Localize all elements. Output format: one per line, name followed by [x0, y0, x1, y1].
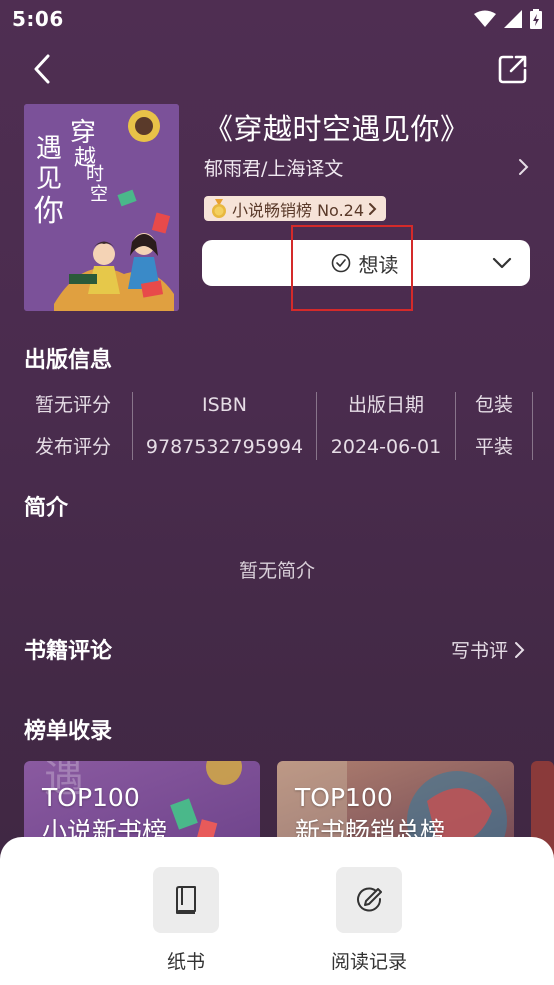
- reviews-section-title: 书籍评论: [24, 639, 113, 664]
- author-publisher: 郁雨君/上海译文: [204, 157, 344, 180]
- ranking-card-line1: TOP100: [42, 783, 140, 812]
- column-divider: [532, 392, 533, 460]
- author-row[interactable]: 郁雨君/上海译文: [204, 154, 530, 180]
- binding-value: 平装: [474, 436, 513, 458]
- isbn-label: ISBN: [202, 394, 247, 416]
- isbn-value: 9787532795994: [145, 436, 304, 458]
- write-review-label: 写书评: [450, 640, 508, 662]
- paper-book-icon-box: [153, 867, 219, 933]
- binding-column: 包装 平装: [456, 390, 532, 462]
- book-title: 《穿越时空遇见你》: [204, 112, 470, 146]
- chevron-right-icon: [519, 159, 529, 175]
- paper-book-button[interactable]: 纸书: [126, 867, 246, 974]
- share-icon: [498, 55, 527, 84]
- isbn-column: ISBN 9787532795994: [133, 390, 316, 462]
- binding-label: 包装: [474, 394, 513, 416]
- ranking-card-line1: TOP100: [295, 783, 393, 812]
- rating-column[interactable]: 暂无评分 发布评分: [14, 390, 132, 462]
- cover-title-char: 你: [34, 194, 64, 229]
- reading-status-dropdown[interactable]: [474, 240, 530, 286]
- publish-date-column: 出版日期 2024-06-01: [317, 390, 455, 462]
- highlight-box: [291, 225, 413, 311]
- intro-empty-text: 暂无简介: [238, 560, 315, 582]
- cover-title-char: 空: [90, 184, 108, 205]
- wifi-icon: [474, 10, 496, 27]
- publication-section-title: 出版信息: [24, 348, 113, 373]
- edit-circle-icon: [357, 887, 382, 912]
- chevron-down-icon: [492, 257, 512, 269]
- status-time: 5:06: [12, 7, 64, 31]
- back-button[interactable]: [28, 52, 58, 86]
- rank-badge-text: 小说畅销榜 No.24: [232, 200, 365, 220]
- status-bar: 5:06: [0, 0, 554, 38]
- publication-info-table: 暂无评分 发布评分 ISBN 9787532795994 出版日期 2024-0…: [14, 390, 533, 462]
- write-review-button[interactable]: 写书评: [451, 636, 526, 663]
- status-icons: [474, 9, 542, 29]
- signal-icon: [504, 10, 522, 28]
- battery-icon: [530, 9, 542, 29]
- intro-section-title: 简介: [24, 496, 69, 521]
- bottom-action-sheet: 纸书 阅读记录: [0, 837, 554, 985]
- book-cover[interactable]: 穿 越 时 空 遇 见 你: [24, 104, 179, 311]
- back-arrow-icon: [34, 54, 50, 84]
- publish-date-label: 出版日期: [347, 394, 424, 416]
- chevron-right-icon: [369, 202, 377, 215]
- reading-record-icon-box: [336, 867, 402, 933]
- reading-record-button[interactable]: 阅读记录: [309, 867, 429, 974]
- chevron-right-icon: [515, 641, 525, 658]
- rank-badge[interactable]: 小说畅销榜 No.24: [204, 196, 387, 221]
- medal-icon: [212, 198, 226, 218]
- share-button[interactable]: [496, 52, 530, 86]
- book-icon: [176, 886, 196, 914]
- paper-book-label: 纸书: [166, 951, 205, 973]
- rankings-section-title: 榜单收录: [24, 719, 113, 744]
- rating-value: 暂无评分: [34, 394, 111, 416]
- publish-date-value: 2024-06-01: [330, 436, 442, 458]
- top-nav: [0, 50, 554, 90]
- reading-record-label: 阅读记录: [330, 951, 407, 973]
- rate-label: 发布评分: [34, 436, 111, 458]
